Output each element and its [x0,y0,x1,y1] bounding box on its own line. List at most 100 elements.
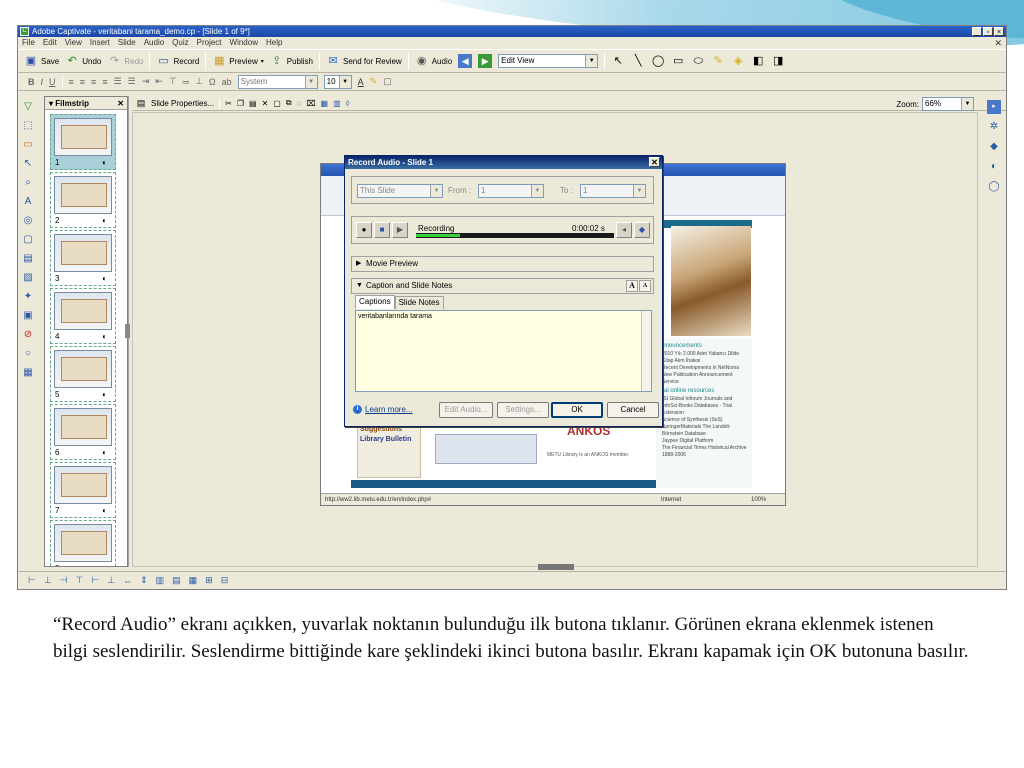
same-height-icon[interactable]: ▤ [172,575,181,586]
redo-button[interactable]: ↷ Redo [107,54,144,68]
widget-icon[interactable]: ▦ [21,366,35,380]
caption-tool-icon[interactable]: ▽ [21,100,35,114]
volume-up-icon[interactable]: ◆ [634,222,650,238]
rollover-caption-icon[interactable]: ⬚ [21,119,35,133]
align-middle-icon[interactable]: ═ [183,77,189,87]
filmstrip-menu-icon[interactable]: ▾ [49,99,53,108]
align-top-icon[interactable]: ⊤ [169,76,177,87]
paste-icon[interactable]: ▤ [249,99,257,108]
mouse-icon[interactable]: ↖ [21,157,35,171]
slide-thumbnail[interactable]: 1 ◐ [50,114,116,170]
to-select[interactable]: 1 [580,184,646,198]
align-left-edges-icon[interactable]: ⊢ [28,575,36,586]
align-right-edges-icon[interactable]: ⊣ [60,575,68,586]
filmstrip-close-icon[interactable]: ✕ [117,97,124,110]
delete-icon[interactable]: ✕ [262,99,269,108]
symbol-icon[interactable]: Ω [209,77,216,87]
view-mode-select[interactable]: Edit View [498,54,599,68]
undo-button[interactable]: ↶ Undo [65,54,102,68]
timeline-icon[interactable]: ▥ [333,99,341,108]
spell-check-icon[interactable]: ab [222,77,232,87]
menu-audio[interactable]: Audio [144,37,164,49]
dialog-close-button[interactable]: ✕ [649,157,660,167]
effects-icon[interactable]: ✲ [987,120,1001,134]
close-button[interactable]: × [994,27,1004,36]
rectangle-tool-icon[interactable]: ▭ [671,54,685,68]
maximize-button[interactable]: ▫ [983,27,993,36]
duplicate-slide-icon[interactable]: ⧉ [286,98,292,108]
menu-window[interactable]: Window [230,37,258,49]
from-select[interactable]: 1 [478,184,544,198]
caption-notes-section[interactable]: ▼ Caption and Slide Notes A A [351,278,654,294]
font-size-select[interactable]: 10 [323,74,352,89]
record-stop-button[interactable]: ■ [374,222,390,238]
timeline-splitter[interactable] [538,564,574,570]
line-tool-icon[interactable]: ╲ [631,54,645,68]
grid-icon[interactable]: ▦ [321,99,329,108]
flash-video-icon[interactable]: ▣ [21,309,35,323]
publish-button[interactable]: ⇪ Publish [270,54,313,68]
slide-thumbnail[interactable]: 6 ◐ [50,404,116,460]
edit-audio-button[interactable]: Edit Audio... [439,402,493,418]
audio-slide-icon[interactable]: ◊ [346,99,350,108]
movie-preview-section[interactable]: ▶ Movie Preview [351,256,654,272]
slide-thumbnail[interactable]: 4 ◐ [50,288,116,344]
text-animation-icon[interactable]: A [21,195,35,209]
pointer-tool-icon[interactable]: ↖ [611,54,625,68]
same-width-icon[interactable]: ▥ [156,575,165,586]
filmstrip-collapse-handle[interactable] [125,324,130,338]
audio-tool-icon[interactable]: ◐ [987,160,1001,174]
menu-file[interactable]: File [22,37,35,49]
text-frame-icon[interactable]: ▢ [383,76,392,87]
bring-front-icon[interactable]: ◧ [751,54,765,68]
distribute-horizontal-icon[interactable]: ⇔ [123,576,132,586]
slide-thumbnail[interactable]: 3 ◐ [50,230,116,286]
pencil-tool-icon[interactable]: ✎ [711,54,725,68]
cut-icon[interactable]: ✂ [225,99,232,108]
tab-captions[interactable]: Captions [355,295,395,309]
highlight-color-icon[interactable]: ✎ [370,76,378,87]
align-centers-icon[interactable]: ⊥ [44,575,52,586]
distribute-vertical-icon[interactable]: ⇕ [140,575,148,586]
center-vertical-icon[interactable]: ⊟ [221,575,229,586]
outdent-icon[interactable]: ⇤ [155,76,163,87]
slidelet-icon[interactable]: ○ [21,347,35,361]
preview-button[interactable]: ▦ Preview ▾ [212,54,264,68]
slide-thumbnail[interactable]: 7 ◐ [50,462,116,518]
underline-icon[interactable]: U [49,77,56,87]
menu-edit[interactable]: Edit [43,37,57,49]
lock-slide-icon[interactable]: ⌧ [306,99,315,108]
no-entry-icon[interactable]: ⊘ [21,328,35,342]
learn-more-link[interactable]: i Learn more... [353,405,413,414]
send-for-review-button[interactable]: ✉ Send for Review [326,54,401,68]
panel-toggle-icon[interactable]: ▸ [987,100,1001,114]
back-arrow-icon[interactable]: ◀ [458,54,473,68]
highlight-box-icon[interactable]: ▭ [21,138,35,152]
slide-thumbnail[interactable]: 2 ◐ [50,172,116,228]
indent-icon[interactable]: ⇥ [142,76,150,87]
menu-slide[interactable]: Slide [118,37,136,49]
record-button[interactable]: ▭ Record [156,54,199,68]
align-tops-icon[interactable]: ⊤ [76,575,84,586]
new-slide-icon[interactable]: ▢ [273,99,281,108]
oval-tool-icon[interactable]: ◯ [651,54,665,68]
slide-thumbnail[interactable]: 5 ◐ [50,346,116,402]
ok-button[interactable]: OK [551,402,603,418]
bold-icon[interactable]: B [28,77,35,87]
click-box-icon[interactable]: ◎ [21,214,35,228]
font-color-icon[interactable]: A [358,77,364,87]
menu-help[interactable]: Help [266,37,282,49]
close-document-icon[interactable]: ✕ [994,37,1002,49]
italic-icon[interactable]: I [41,77,44,87]
align-center-icon[interactable]: ≡ [80,77,85,87]
increase-font-icon[interactable]: A [626,280,638,292]
audio-button[interactable]: ◉ Audio [415,54,452,68]
minimize-button[interactable]: _ [972,27,982,36]
slide-thumbnail[interactable]: 8 [50,520,116,566]
decrease-font-icon[interactable]: A [639,280,651,292]
font-select[interactable]: System [237,74,318,89]
slide-properties-button[interactable]: Slide Properties... [151,99,214,108]
align-middles-icon[interactable]: ⊢ [91,575,99,586]
image-tool-icon[interactable]: ▨ [21,271,35,285]
menu-view[interactable]: View [65,37,82,49]
